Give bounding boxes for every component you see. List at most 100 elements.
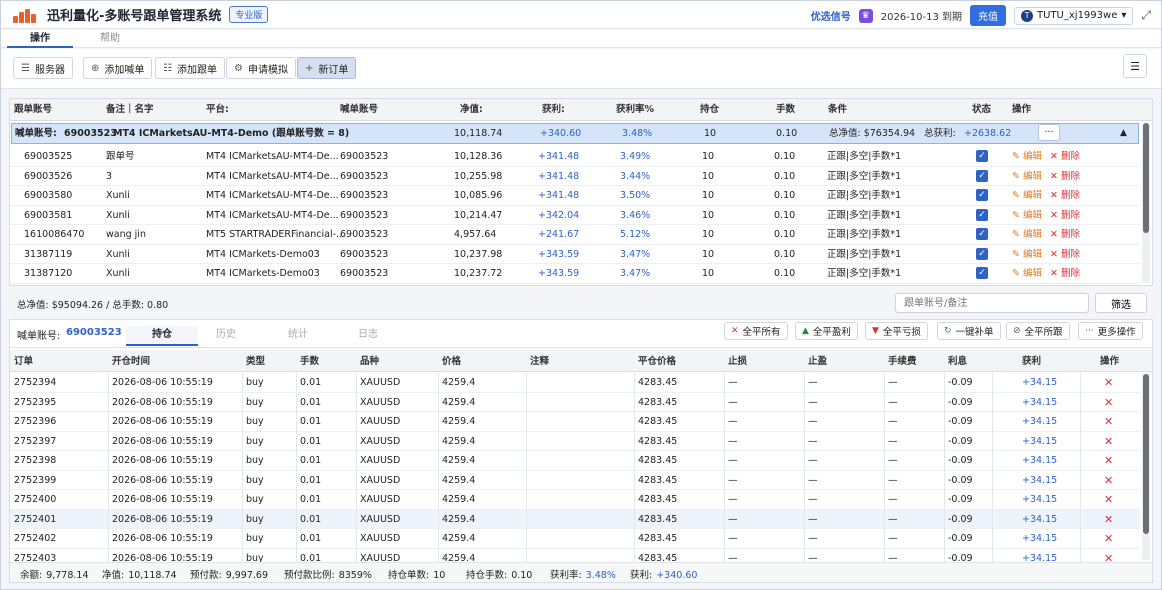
cell-divider [526, 373, 527, 392]
filter-button[interactable]: 筛选 [1095, 293, 1147, 313]
recharge-button[interactable]: 充值 [970, 5, 1007, 26]
cell-signal: 69003523 [340, 170, 389, 182]
action-button-4[interactable]: ⊘ 全平所跟 [1006, 322, 1070, 340]
tab-log[interactable]: 日志 [332, 326, 404, 346]
edit-button[interactable]: ✎ 编辑 [1012, 206, 1042, 225]
cell-fee: — [888, 377, 898, 388]
panel-toggle-icon[interactable]: ☰ [1123, 54, 1147, 78]
cell-divider [724, 392, 725, 412]
cell-open-time: 2026-08-06 10:55:19 [112, 377, 213, 388]
edit-button[interactable]: ✎ 编辑 [1012, 245, 1042, 264]
upper-scrollbar[interactable] [1142, 123, 1150, 283]
action-button-2[interactable]: ▼ 全平亏损 [865, 322, 928, 340]
tab-operate[interactable]: 操作 [7, 30, 73, 48]
follow-row[interactable]: 69003580 Xunli MT4 ICMarketsAU-MT4-De... 69… [10, 186, 1140, 206]
cell-divider [108, 392, 109, 412]
apply-demo-button[interactable]: ⚙ 申请模拟 [226, 57, 296, 79]
cell-rate: 3.50% [620, 190, 651, 201]
action-button-1[interactable]: ▲ 全平盈利 [795, 322, 858, 340]
order-row[interactable]: 2752397 2026-08-06 10:55:19 buy 0.01 XAUUSD 4… [10, 431, 1140, 451]
close-order-icon[interactable]: ✕ [1104, 412, 1113, 431]
sort-up-icon[interactable]: ▲ [1120, 124, 1127, 143]
cell-acct: 69003525 [24, 151, 73, 162]
order-row[interactable]: 2752402 2026-08-06 10:55:19 buy 0.01 XAUUSD 4… [10, 529, 1140, 549]
tab-history[interactable]: 历史 [190, 326, 262, 346]
order-row[interactable]: 2752399 2026-08-06 10:55:19 buy 0.01 XAUUSD 4… [10, 470, 1140, 490]
cell-divider [804, 490, 805, 509]
edit-button[interactable]: ✎ 编辑 [1012, 186, 1042, 205]
close-order-icon[interactable]: ✕ [1104, 490, 1113, 509]
delete-button[interactable]: ✕ 删除 [1050, 167, 1080, 186]
close-order-icon[interactable]: ✕ [1104, 432, 1113, 451]
status-checkbox[interactable]: ✓ [976, 169, 988, 182]
delete-button[interactable]: ✕ 删除 [1050, 264, 1080, 283]
cell-pos: 10 [702, 190, 715, 201]
order-row[interactable]: 2752401 2026-08-06 10:55:19 buy 0.01 XAUUSD 4… [10, 509, 1140, 529]
user-menu[interactable]: T TUTU_xj1993we ▾ [1014, 6, 1134, 25]
follow-row[interactable]: 1610086470 wang jin MT5 STARTRADERFinancia… [10, 225, 1140, 245]
signal-group-row[interactable]: 喊单账号: 69003523 MT4 ICMarketsAU-MT4-Demo … [11, 123, 1139, 144]
server-button[interactable]: ☰ 服务器 [13, 57, 73, 79]
new-order-button[interactable]: + 新订单 [297, 57, 357, 79]
cell-tp: — [808, 377, 818, 388]
close-order-icon[interactable]: ✕ [1104, 471, 1113, 490]
edit-button[interactable]: ✎ 编辑 [1012, 167, 1042, 186]
edit-button[interactable]: ✎ 编辑 [1012, 147, 1042, 166]
status-checkbox[interactable]: ✓ [976, 228, 988, 240]
order-row[interactable]: 2752396 2026-08-06 10:55:19 buy 0.01 XAUUSD 4… [10, 412, 1140, 432]
action-button-5[interactable]: ··· 更多操作 [1078, 322, 1143, 340]
follow-row[interactable]: 31387119 Xunli MT4 ICMarkets-Demo03 6900352… [10, 245, 1140, 264]
order-row[interactable]: 2752395 2026-08-06 10:55:19 buy 0.01 XAUUSD 4… [10, 392, 1140, 412]
cell-acct: 69003526 [24, 170, 73, 182]
follow-row[interactable]: 69003526 3 MT4 ICMarketsAU-MT4-De... 690035… [10, 167, 1140, 186]
tab-stats[interactable]: 统计 [262, 326, 334, 346]
order-row[interactable]: 2752394 2026-08-06 10:55:19 buy 0.01 XAUUSD 4… [10, 373, 1140, 393]
status-checkbox[interactable]: ✓ [976, 267, 988, 279]
status-checkbox[interactable]: ✓ [976, 150, 988, 162]
cell-profit: +343.59 [538, 268, 580, 279]
delete-button[interactable]: ✕ 删除 [1050, 147, 1080, 166]
pencil-icon: ✎ [1012, 151, 1023, 162]
status-checkbox[interactable]: ✓ [976, 208, 988, 221]
add-follow-button[interactable]: ☷ 添加跟单 [155, 57, 225, 79]
close-order-icon[interactable]: ✕ [1104, 510, 1113, 529]
close-order-icon[interactable]: ✕ [1104, 393, 1113, 412]
tab-help[interactable]: 帮助 [77, 30, 143, 48]
delete-button[interactable]: ✕ 删除 [1050, 225, 1080, 244]
add-signal-button[interactable]: ⊕ 添加喊单 [83, 57, 153, 79]
edit-button[interactable]: ✎ 编辑 [1012, 264, 1042, 283]
cell-divider [804, 509, 805, 529]
close-order-icon[interactable]: ✕ [1104, 373, 1113, 392]
order-row[interactable]: 2752400 2026-08-06 10:55:19 buy 0.01 XAUUSD 4… [10, 490, 1140, 510]
delete-button[interactable]: ✕ 删除 [1050, 186, 1080, 205]
close-order-icon[interactable]: ✕ [1104, 529, 1113, 548]
cell-swap: -0.09 [948, 416, 973, 427]
cell-type: buy [246, 533, 264, 544]
close-order-icon[interactable]: ✕ [1104, 451, 1113, 470]
filter-input[interactable] [895, 293, 1089, 313]
status-checkbox[interactable]: ✓ [976, 189, 988, 201]
follow-row[interactable]: 69003581 Xunli MT4 ICMarketsAU-MT4-De... 69… [10, 206, 1140, 225]
follow-row[interactable]: 69003525 跟单号 MT4 ICMarketsAU-MT4-De... 6900… [10, 147, 1140, 167]
action-button-3[interactable]: ↻ 一键补单 [937, 322, 1001, 340]
follow-row[interactable]: 31387120 Xunli MT4 ICMarkets-Demo03 6900352… [10, 264, 1140, 284]
fullscreen-icon[interactable]: ⤢ [1141, 8, 1151, 23]
lower-scroll-thumb[interactable] [1143, 374, 1149, 534]
status-checkbox[interactable]: ✓ [976, 247, 988, 260]
lower-scrollbar[interactable] [1142, 374, 1150, 560]
delete-button[interactable]: ✕ 删除 [1050, 206, 1080, 225]
order-row[interactable]: 2752398 2026-08-06 10:55:19 buy 0.01 XAUUSD 4… [10, 451, 1140, 471]
group-more-button[interactable]: ··· [1038, 124, 1060, 141]
delete-button[interactable]: ✕ 删除 [1050, 245, 1080, 264]
cell-order: 2752402 [14, 533, 57, 544]
edit-button[interactable]: ✎ 编辑 [1012, 225, 1042, 244]
upper-scroll-thumb[interactable] [1143, 123, 1149, 233]
cell-price: 4259.4 [442, 474, 476, 486]
cell-divider [242, 451, 243, 470]
cell-close-price: 4283.45 [638, 494, 678, 505]
cell-type: buy [246, 396, 264, 408]
signal-link[interactable]: 优选信号 [811, 8, 851, 23]
action-button-0[interactable]: ✕ 全平所有 [724, 322, 788, 340]
tab-positions[interactable]: 持仓 [126, 326, 198, 346]
col-signal-account: 喊单账号 [340, 104, 379, 115]
